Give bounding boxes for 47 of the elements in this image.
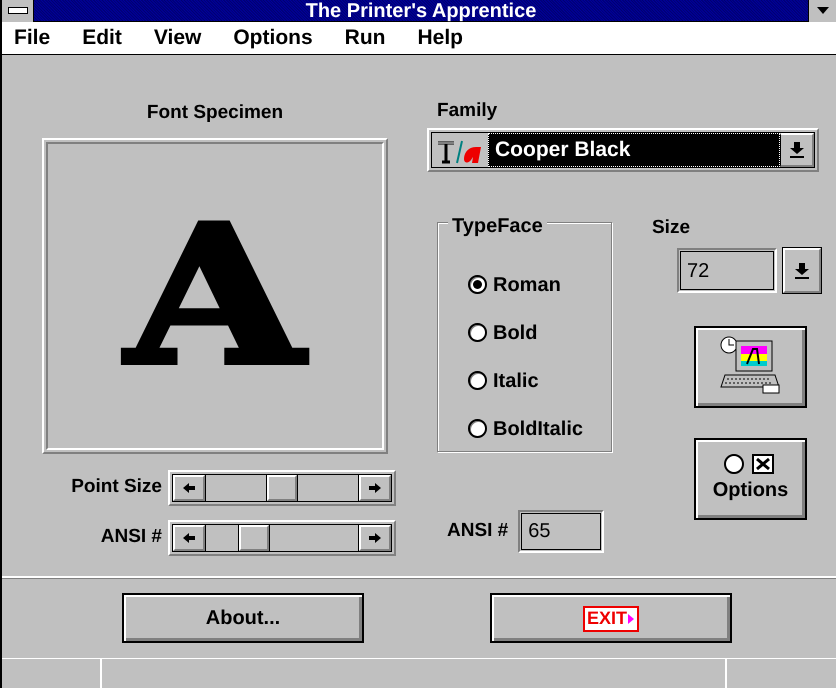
left-arrow-icon xyxy=(183,532,195,542)
menu-item[interactable]: File xyxy=(14,22,66,54)
selected-font: Cooper Black xyxy=(488,132,780,166)
menu-item[interactable]: Options xyxy=(233,22,329,54)
dropdown-button[interactable] xyxy=(780,132,814,166)
down-arrow-icon xyxy=(795,262,809,278)
size-label: Size xyxy=(652,216,692,240)
size-dropdown-button[interactable] xyxy=(783,248,821,293)
down-arrow-icon xyxy=(790,142,804,158)
typeface-radio[interactable]: Italic xyxy=(468,356,539,404)
scroll-right-button[interactable] xyxy=(359,524,391,550)
scrollbar[interactable] xyxy=(168,520,396,556)
exit-arrow-icon xyxy=(627,612,635,625)
menu-item[interactable]: Edit xyxy=(82,22,138,54)
system-menu-button[interactable] xyxy=(2,0,34,22)
menu-item[interactable]: Run xyxy=(344,22,402,54)
scroll-thumb[interactable] xyxy=(267,474,297,500)
scrollbar[interactable] xyxy=(168,470,396,506)
window-title: The Printer's Apprentice xyxy=(304,0,538,22)
scroll-thumb[interactable] xyxy=(238,524,269,550)
down-triangle-icon xyxy=(816,6,828,14)
specimen-glyph: A xyxy=(126,200,304,390)
menu-item[interactable]: View xyxy=(154,22,218,54)
scroll-right-button[interactable] xyxy=(359,474,391,500)
left-arrow-icon xyxy=(183,482,195,492)
minimize-button[interactable] xyxy=(808,0,836,22)
right-arrow-icon xyxy=(369,482,381,492)
family-label: Family xyxy=(437,99,498,123)
scroll-left-button[interactable] xyxy=(173,474,205,500)
typeface-radio[interactable]: BoldItalic xyxy=(468,404,584,452)
size-field[interactable]: 72 xyxy=(677,248,777,293)
family-dropdown[interactable]: Cooper Black xyxy=(427,128,819,172)
right-arrow-icon xyxy=(369,532,381,542)
about-button[interactable]: About... xyxy=(122,593,364,643)
slider-label: Point Size xyxy=(70,475,163,500)
system-menu-icon xyxy=(8,6,28,14)
slider-label: ANSI # xyxy=(100,525,163,550)
exit-button[interactable]: EXIT xyxy=(490,593,732,643)
ansi-label: ANSI # xyxy=(447,519,508,544)
specimen-label: Font Specimen xyxy=(146,101,284,125)
typeface-radio[interactable]: Bold xyxy=(468,308,538,356)
options-button[interactable]: Options xyxy=(694,438,807,520)
scroll-left-button[interactable] xyxy=(173,524,205,550)
menu-item[interactable]: Help xyxy=(418,22,480,54)
typeface-radio[interactable]: Roman xyxy=(468,260,561,308)
run-preview-button[interactable] xyxy=(694,326,807,408)
ansi-field[interactable]: 65 xyxy=(518,510,604,553)
